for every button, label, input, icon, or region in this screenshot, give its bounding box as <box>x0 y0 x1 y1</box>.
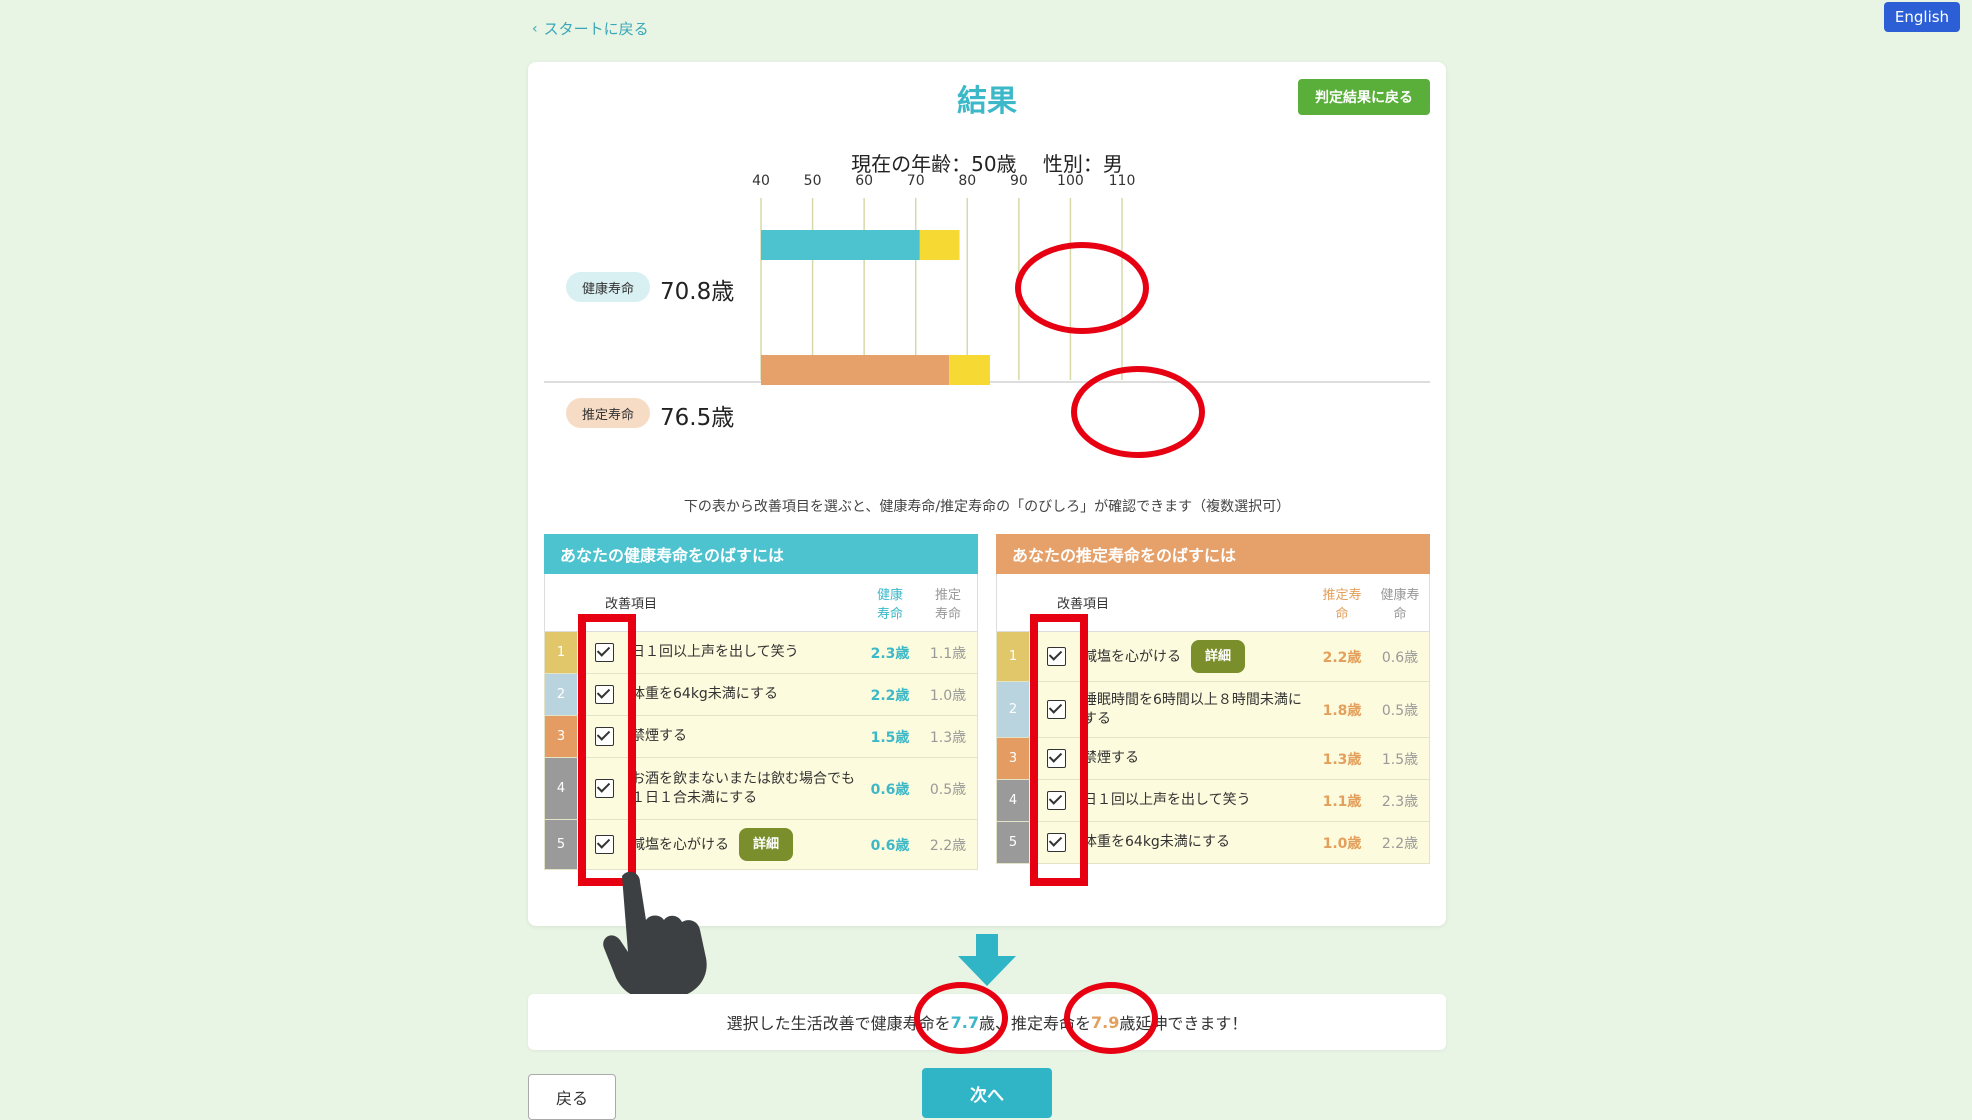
improvement-label: 減塩を心がける <box>1083 648 1181 665</box>
annotation-circle-life-gain <box>1064 982 1158 1054</box>
improvement-item: 睡眠時間を6時間以上８時間未満にする <box>1083 691 1313 729</box>
x-tick-label: 70 <box>907 173 925 189</box>
table-title: あなたの推定寿命をのばすには <box>996 534 1430 574</box>
column-v2: 推定 寿命 <box>934 587 961 622</box>
primary-gain-value: 2.3歳 <box>870 645 910 662</box>
improvement-label: 減塩を心がける <box>631 836 729 853</box>
row-number: 1 <box>545 632 577 673</box>
row-number: 4 <box>545 758 577 819</box>
improvement-label: 体重を64kg未満にする <box>631 686 778 703</box>
secondary-gain-value: 0.5歳 <box>929 781 967 798</box>
annotation-circle-health-extension <box>1015 242 1149 334</box>
life-lifespan-value: 76.5歳 <box>660 405 735 431</box>
secondary-gain-value: 0.6歳 <box>1381 649 1419 666</box>
annotation-highlight-checkboxes-right <box>1030 614 1088 886</box>
bar-extension-health <box>919 230 960 260</box>
primary-gain-value: 0.6歳 <box>870 781 910 798</box>
improvement-label: 体重を64kg未満にする <box>1083 834 1230 851</box>
back-to-start-link[interactable]: ‹ スタートに戻る <box>532 18 649 39</box>
selection-hint: 下の表から改善項目を選ぶと、健康寿命/推定寿命の「のびしろ」が確認できます（複数… <box>683 499 1291 515</box>
row-number: 3 <box>545 716 577 757</box>
row-number: 3 <box>997 738 1029 779</box>
row-number: 4 <box>997 780 1029 821</box>
improvement-item: 禁煙する <box>1083 749 1313 768</box>
language-button[interactable]: English <box>1884 2 1960 32</box>
x-tick-label: 40 <box>752 173 770 189</box>
back-to-start-label: スタートに戻る <box>543 20 649 38</box>
legend-label-life: 推定寿命 <box>581 407 634 423</box>
row-number: 5 <box>997 822 1029 863</box>
back-button[interactable]: 戻る <box>528 1074 616 1120</box>
legend-pill-health: 健康寿命 <box>566 272 650 302</box>
x-tick-label: 50 <box>804 173 822 189</box>
health-lifespan-value: 70.8歳 <box>660 279 735 305</box>
improvement-label: 禁煙する <box>1083 750 1139 767</box>
primary-gain-value: 1.5歳 <box>870 729 910 746</box>
arrow-down-icon <box>958 934 1016 986</box>
improvement-item: 体重を64kg未満にする <box>631 685 861 704</box>
primary-gain-value: 1.0歳 <box>1322 835 1362 852</box>
improvement-item: 減塩を心がける 詳細 <box>631 827 861 862</box>
primary-gain-value: 1.3歳 <box>1322 751 1362 768</box>
row-number: 5 <box>545 820 577 869</box>
legend-label-health: 健康寿命 <box>581 281 634 297</box>
improvement-item: 禁煙する <box>631 727 861 746</box>
annotation-circle-health-gain <box>914 982 1008 1054</box>
secondary-gain-value: 2.3歳 <box>1381 793 1419 810</box>
secondary-gain-value: 0.5歳 <box>1381 702 1419 719</box>
secondary-gain-value: 2.2歳 <box>929 837 967 854</box>
column-v2: 健康寿 命 <box>1380 587 1420 622</box>
column-v1: 健康 寿命 <box>876 587 903 622</box>
improvement-label: 睡眠時間を6時間以上８時間未満にする <box>1083 691 1302 727</box>
result-card: 結果 判定結果に戻る 現在の年齢：50歳 性別：男 40 50 60 70 80 90 10… <box>528 62 1446 998</box>
legend-pill-life: 推定寿命 <box>566 398 650 428</box>
improvement-label: 日１回以上声を出して笑う <box>631 644 799 661</box>
primary-gain-value: 0.6歳 <box>870 837 910 854</box>
improvement-item: お酒を飲まないまたは飲む場合でも１日１合未満にする <box>631 770 861 808</box>
secondary-gain-value: 1.0歳 <box>929 687 967 704</box>
table-title: あなたの健康寿命をのばすには <box>544 534 978 574</box>
next-button[interactable]: 次へ <box>922 1068 1052 1118</box>
column-item: 改善項目 <box>1057 597 1110 612</box>
annotation-circle-life-extension <box>1071 366 1205 458</box>
x-tick-label: 80 <box>958 173 976 189</box>
improvement-item: 減塩を心がける 詳細 <box>1083 639 1313 674</box>
detail-button[interactable]: 詳細 <box>1191 639 1246 674</box>
bar-life <box>761 355 950 385</box>
improvement-label: 禁煙する <box>631 728 687 745</box>
improvement-item: 日１回以上声を出して笑う <box>1083 791 1313 810</box>
bar-health <box>761 230 920 260</box>
detail-button[interactable]: 詳細 <box>739 827 794 862</box>
secondary-gain-value: 2.2歳 <box>1381 835 1419 852</box>
column-item: 改善項目 <box>605 597 658 612</box>
improvement-label: 日１回以上声を出して笑う <box>1083 792 1251 809</box>
secondary-gain-value: 1.1歳 <box>929 645 967 662</box>
primary-gain-value: 1.1歳 <box>1322 793 1362 810</box>
row-number: 2 <box>997 682 1029 737</box>
secondary-gain-value: 1.5歳 <box>1381 751 1419 768</box>
bar-extension-life <box>949 355 990 385</box>
improvement-item: 体重を64kg未満にする <box>1083 833 1313 852</box>
row-number: 2 <box>545 674 577 715</box>
pointing-hand-icon <box>603 871 707 998</box>
x-tick-label: 110 <box>1109 173 1136 189</box>
secondary-gain-value: 1.3歳 <box>929 729 967 746</box>
row-number: 1 <box>997 632 1029 681</box>
primary-gain-value: 2.2歳 <box>870 687 910 704</box>
improvement-item: 日１回以上声を出して笑う <box>631 643 861 662</box>
chevron-left-icon: ‹ <box>532 20 538 37</box>
annotation-highlight-checkboxes-left <box>578 614 636 886</box>
improvement-label: お酒を飲まないまたは飲む場合でも１日１合未満にする <box>631 770 855 806</box>
primary-gain-value: 1.8歳 <box>1322 702 1362 719</box>
column-v1: 推定寿 命 <box>1322 587 1362 622</box>
x-tick-label: 100 <box>1057 173 1084 189</box>
primary-gain-value: 2.2歳 <box>1322 649 1362 666</box>
x-tick-label: 90 <box>1010 173 1028 189</box>
x-tick-label: 60 <box>855 173 873 189</box>
